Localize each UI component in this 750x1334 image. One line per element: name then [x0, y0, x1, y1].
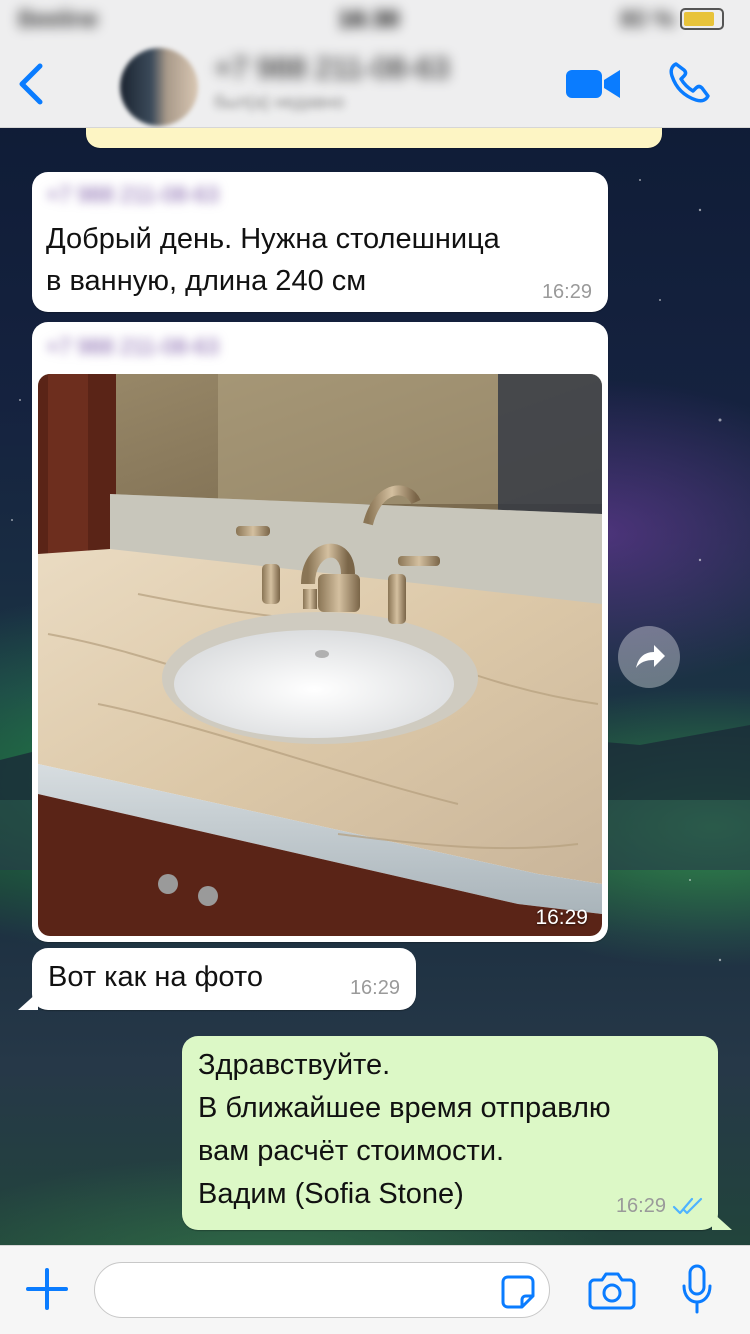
back-button[interactable]: [14, 60, 50, 108]
forward-button[interactable]: [618, 626, 680, 688]
double-check-icon: [672, 1197, 703, 1215]
phone-icon: [669, 62, 710, 103]
message-sender: +7 988 211-08-63: [46, 182, 219, 207]
message-input[interactable]: [94, 1262, 550, 1318]
camera-icon: [588, 1272, 636, 1310]
photo-timestamp: 16:29: [535, 906, 588, 929]
video-call-button[interactable]: [564, 64, 622, 104]
voice-call-button[interactable]: [664, 58, 714, 108]
carrier-name: Beeline: [18, 6, 99, 33]
attach-button[interactable]: [24, 1266, 70, 1312]
message-text: Здравствуйте. В ближайшее время отправлю…: [198, 1049, 611, 1210]
message-composer: [0, 1245, 750, 1334]
message-text: Добрый день. Нужна столешница в ванную, …: [46, 223, 500, 297]
message-text: Вот как на фото: [48, 961, 264, 993]
message-bubble-incoming[interactable]: +7 988 211-08-63 Добрый день. Нужна стол…: [32, 172, 608, 312]
status-time: 16:30: [338, 6, 400, 33]
chat-header: Beeline 16:30 80 % +7 988 211-08-63 был(…: [0, 0, 750, 128]
sticker-icon: [501, 1275, 535, 1309]
bathroom-countertop-photo: [38, 374, 602, 936]
camera-button[interactable]: [588, 1268, 636, 1312]
message-bubble-incoming[interactable]: Вот как на фото 16:29: [18, 948, 416, 1010]
microphone-icon: [682, 1264, 712, 1314]
message-bubble-outgoing[interactable]: Здравствуйте. В ближайшее время отправлю…: [182, 1036, 732, 1230]
sticker-button[interactable]: [500, 1274, 536, 1310]
video-camera-icon: [566, 70, 620, 98]
photo-message-bubble[interactable]: +7 988 211-08-63 16:29: [32, 322, 608, 942]
contact-status: был(а) недавно: [214, 92, 345, 112]
battery-percent: 80 %: [620, 6, 675, 33]
share-arrow-icon: [636, 645, 665, 668]
voice-message-button[interactable]: [680, 1264, 714, 1316]
plus-icon: [26, 1268, 68, 1310]
chevron-left-icon: [19, 63, 43, 105]
message-time: 16:29: [615, 1195, 666, 1217]
message-sender: +7 988 211-08-63: [46, 334, 219, 359]
message-photo[interactable]: 16:29: [38, 374, 602, 936]
contact-name[interactable]: +7 988 211-08-63: [214, 52, 449, 86]
message-time: 16:29: [541, 281, 592, 303]
status-bar: Beeline 16:30 80 %: [0, 0, 750, 40]
pinned-banner: [86, 128, 662, 148]
battery-icon: [680, 8, 724, 30]
message-time: 16:29: [349, 977, 400, 999]
contact-avatar[interactable]: [120, 48, 198, 126]
